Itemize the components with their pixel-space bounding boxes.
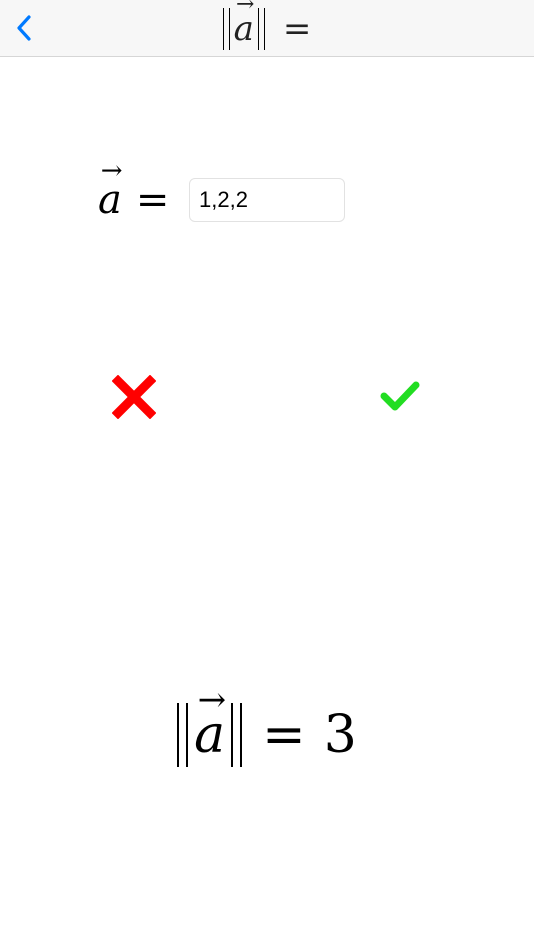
vector-arrow: → xyxy=(236,0,255,17)
x-mark-icon xyxy=(111,374,157,420)
vector-variable: → a xyxy=(194,683,226,761)
equals-sign: = xyxy=(282,8,312,49)
norm-left-bar xyxy=(177,703,189,767)
vector-components-input[interactable] xyxy=(189,178,345,222)
page-title: → a = xyxy=(0,0,534,57)
norm-result: → a = 3 xyxy=(0,683,534,770)
clear-button[interactable] xyxy=(111,374,157,420)
norm-right-bar xyxy=(257,7,265,50)
norm-expression-result: → a = 3 xyxy=(177,683,357,767)
equals-sign: = xyxy=(262,705,306,765)
vector-definition-label: → a = xyxy=(98,158,170,228)
checkmark-icon xyxy=(380,381,420,411)
equals-sign: = xyxy=(135,177,170,223)
vector-arrow: → xyxy=(197,680,227,720)
navigation-bar: → a = xyxy=(0,0,534,57)
norm-expression-title: → a = xyxy=(222,0,312,50)
vector-variable: → a xyxy=(98,158,123,220)
norm-right-bar xyxy=(231,703,243,767)
norm-left-bar xyxy=(222,7,230,50)
confirm-button[interactable] xyxy=(378,378,422,414)
vector-arrow: → xyxy=(100,156,123,186)
vector-label: → a = xyxy=(98,158,170,223)
norm-value: 3 xyxy=(323,705,357,765)
vector-variable: → a xyxy=(234,0,255,46)
